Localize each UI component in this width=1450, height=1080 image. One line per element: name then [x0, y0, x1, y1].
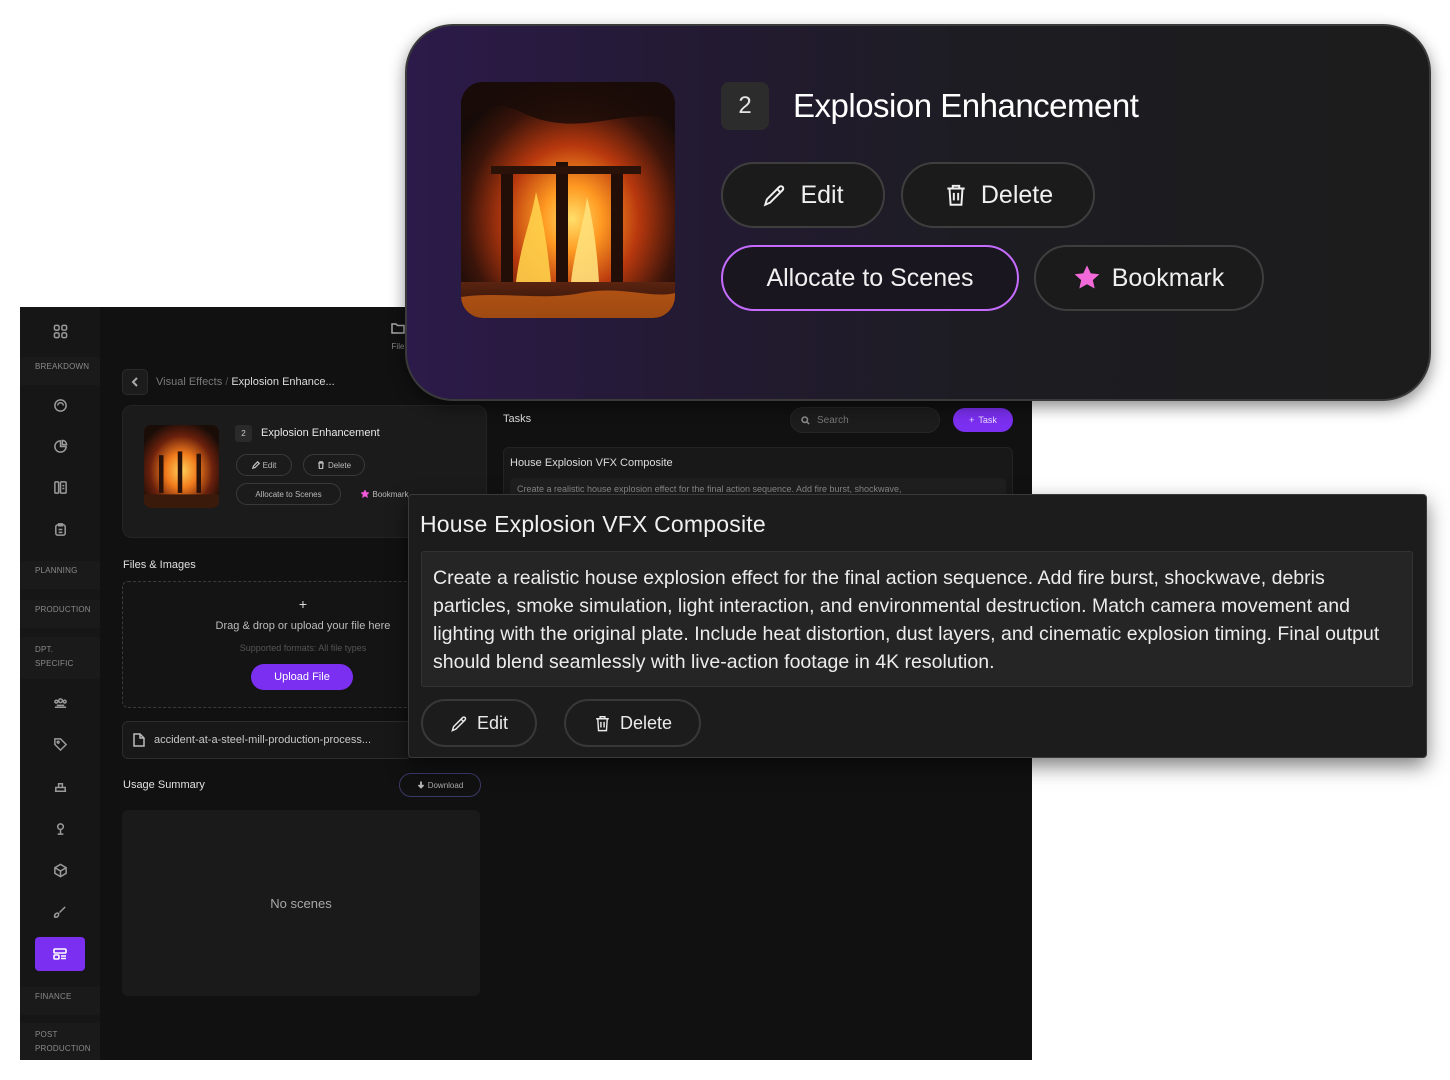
download-button-label: Download: [427, 780, 464, 790]
asset-number: 2: [235, 425, 252, 442]
pencil-icon: [451, 715, 467, 732]
usage-empty-text: No scenes: [270, 895, 332, 911]
bookmark-button-large-label: Bookmark: [1111, 263, 1225, 292]
delete-button-label: Delete: [327, 460, 352, 470]
sidebar-label-finance: FINANCE: [20, 987, 100, 1015]
asset-thumbnail-large: [461, 82, 675, 318]
allocate-to-scenes-label: Allocate to Scenes: [766, 263, 974, 292]
task-description-large: Create a realistic house explosion effec…: [421, 551, 1413, 687]
task-delete-label: Delete: [619, 712, 673, 733]
breadcrumb: Visual Effects / Explosion Enhance...: [122, 369, 335, 395]
chevron-left-icon: [131, 377, 138, 387]
pencil-icon: [251, 461, 260, 469]
task-card-title: House Explosion VFX Composite: [510, 457, 673, 469]
breadcrumb-parent[interactable]: Visual Effects: [156, 376, 222, 388]
sidebar-label-breakdown: BREAKDOWN: [20, 357, 100, 385]
sidebar-label-dpt-specific: DPT. SPECIFIC: [20, 637, 100, 679]
script-icon[interactable]: [20, 388, 100, 422]
asset-card-zoomed: 2 Explosion Enhancement Edit Delete Allo…: [405, 24, 1431, 401]
usage-empty-state: No scenes: [122, 810, 480, 996]
chart-pie-icon[interactable]: [20, 429, 100, 463]
sidebar-label-post-production: POST PRODUCTION: [20, 1023, 100, 1060]
task-edit-label: Edit: [476, 712, 509, 733]
bookmark-button-label: Bookmark: [372, 489, 409, 499]
asset-number-large: 2: [721, 82, 769, 130]
search-placeholder: Search: [817, 414, 849, 426]
task-card-zoomed: House Explosion VFX Composite Create a r…: [408, 494, 1427, 758]
folder-icon: [391, 323, 405, 334]
sidebar-label-production: PRODUCTION: [20, 600, 100, 628]
props-icon[interactable]: [20, 769, 100, 803]
allocate-button-label: Allocate to Scenes: [255, 489, 322, 499]
sidebar-label-planning: PLANNING: [20, 561, 100, 589]
pencil-icon: [764, 185, 785, 207]
tasks-section-title: Tasks: [503, 413, 532, 425]
asset-title: Explosion Enhancement: [261, 427, 380, 439]
trash-icon: [318, 461, 324, 469]
bookmark-button-large[interactable]: Bookmark: [1034, 245, 1264, 311]
task-delete-button[interactable]: Delete: [564, 699, 701, 747]
allocate-to-scenes-button[interactable]: Allocate to Scenes: [721, 245, 1019, 311]
task-search-input[interactable]: Search: [790, 407, 940, 433]
file-list-item[interactable]: accident-at-a-steel-mill-production-proc…: [122, 721, 412, 759]
add-task-label: Task: [978, 415, 997, 425]
storyboard-icon[interactable]: [20, 470, 100, 504]
delete-button-large[interactable]: Delete: [901, 162, 1095, 228]
star-icon: [1074, 265, 1100, 289]
sidebar: BREAKDOWN PLANNING PRODUCTION DPT. SPECI…: [20, 307, 100, 1060]
edit-button-large-label: Edit: [800, 180, 844, 209]
edit-button-large[interactable]: Edit: [721, 162, 885, 228]
upload-file-button[interactable]: Upload File: [251, 664, 353, 690]
trash-icon: [947, 184, 965, 206]
arrow-down-icon: [417, 781, 424, 789]
download-button[interactable]: Download: [399, 773, 481, 797]
edit-button-label: Edit: [262, 460, 277, 470]
star-icon: [361, 490, 370, 498]
tag-icon[interactable]: [20, 727, 100, 761]
back-button[interactable]: [122, 369, 148, 395]
delete-button-large-label: Delete: [980, 180, 1054, 209]
allocate-button[interactable]: Allocate to Scenes: [236, 483, 341, 505]
tab-files[interactable]: File: [391, 322, 405, 351]
asset-thumbnail: [144, 425, 219, 508]
asset-title-large: Explosion Enhancement: [793, 87, 1139, 124]
user-pin-icon[interactable]: [20, 811, 100, 845]
delete-button[interactable]: Delete: [303, 454, 365, 476]
add-task-button[interactable]: + Task: [953, 408, 1013, 432]
grid-icon[interactable]: [20, 314, 100, 348]
task-edit-button[interactable]: Edit: [421, 699, 537, 747]
team-icon[interactable]: [20, 686, 100, 720]
tab-files-label: File: [391, 342, 405, 351]
edit-button[interactable]: Edit: [236, 454, 292, 476]
clipboard-icon[interactable]: [20, 512, 100, 546]
vfx-icon[interactable]: [35, 937, 85, 971]
file-name: accident-at-a-steel-mill-production-proc…: [154, 734, 372, 746]
breadcrumb-current: Explosion Enhance...: [231, 376, 335, 388]
breadcrumb-separator: /: [225, 376, 229, 388]
trash-icon: [596, 715, 609, 731]
plus-icon: +: [969, 415, 975, 425]
task-title-large: House Explosion VFX Composite: [420, 511, 766, 537]
files-section-title: Files & Images: [123, 559, 196, 571]
brush-icon[interactable]: [20, 895, 100, 929]
cube-icon[interactable]: [20, 853, 100, 887]
file-dropzone[interactable]: + Drag & drop or upload your file here S…: [122, 581, 412, 708]
usage-section-title: Usage Summary: [123, 779, 205, 791]
file-icon: [133, 733, 145, 747]
search-icon: [801, 415, 810, 425]
